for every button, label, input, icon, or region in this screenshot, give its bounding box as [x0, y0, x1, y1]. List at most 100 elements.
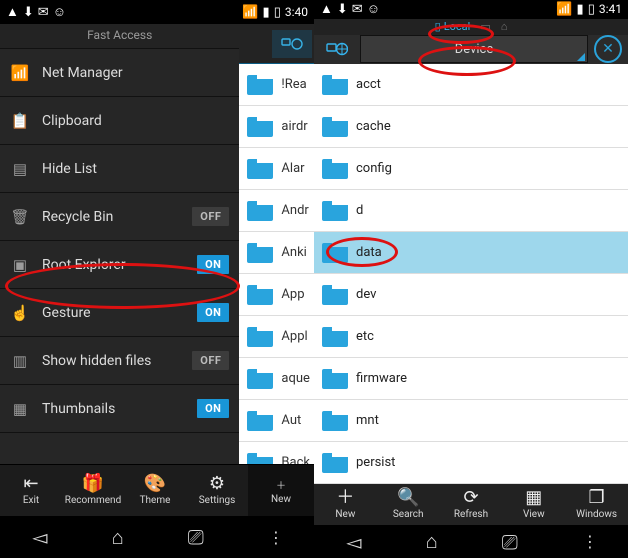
folder-row[interactable]: App [239, 274, 314, 316]
fa-item-hide-list[interactable]: ▤ Hide List [0, 145, 239, 193]
tab-sd[interactable]: ▭ [480, 20, 490, 33]
toggle-off[interactable]: OFF [192, 351, 229, 370]
dropdown-triangle-icon [577, 53, 585, 61]
exit-button[interactable]: ⇤Exit [0, 465, 62, 516]
close-button[interactable]: ✕ [594, 35, 622, 63]
plus-icon: ＋ [336, 489, 354, 507]
warning-icon: ▲ [320, 3, 333, 16]
folder-row-persist[interactable]: persist [314, 442, 628, 484]
folder-row[interactable]: Appl [239, 316, 314, 358]
fa-label: Root Explorer [42, 257, 185, 273]
fast-access-panel: Fast Access 📶 Net Manager 📋 Clipboard ▤ … [0, 24, 239, 464]
folder-icon [322, 453, 348, 473]
mail-icon: ✉ [38, 6, 49, 19]
windows-icon: ❐ [589, 489, 605, 507]
phone-icon: ▯ [435, 20, 441, 33]
folder-row[interactable]: Back [239, 442, 314, 464]
tab-device-icon[interactable] [272, 30, 312, 58]
fa-item-thumbnails[interactable]: ▦ Thumbnails ON [0, 385, 239, 433]
windows-button[interactable]: ❐Windows [565, 484, 628, 525]
signal-icon: ▮ [263, 6, 270, 19]
whatsapp-icon: ☺ [367, 3, 380, 16]
right-bottom-bar: ＋New 🔍Search ⟳Refresh ▦View ❐Windows [314, 484, 628, 525]
path-text: Device [455, 42, 494, 57]
menu-nav-icon[interactable]: ⋮ [268, 528, 282, 547]
fa-item-clipboard[interactable]: 📋 Clipboard [0, 97, 239, 145]
folder-row-etc[interactable]: etc [314, 316, 628, 358]
fast-access-list[interactable]: 📶 Net Manager 📋 Clipboard ▤ Hide List 🗑 … [0, 49, 239, 464]
folder-icon [247, 369, 273, 389]
plus-icon: ＋ [276, 477, 286, 492]
theme-icon: 🎨 [144, 475, 166, 493]
folder-list[interactable]: acct cache config d data dev etc firmwar… [314, 64, 628, 484]
fast-access-title: Fast Access [0, 24, 239, 49]
root-icon: ▣ [10, 255, 30, 275]
folder-row-data[interactable]: data [314, 232, 628, 274]
fa-item-root-explorer[interactable]: ▣ Root Explorer ON [0, 241, 239, 289]
folder-icon [247, 243, 273, 263]
folder-row-firmware[interactable]: firmware [314, 358, 628, 400]
folder-icon [247, 75, 273, 95]
folder-icon [322, 411, 348, 431]
home-nav-icon[interactable]: ⌂ [426, 529, 438, 554]
fa-item-show-hidden[interactable]: ▥ Show hidden files OFF [0, 337, 239, 385]
back-nav-icon[interactable]: ◅ [32, 525, 47, 549]
folder-icon [247, 159, 273, 179]
folder-row[interactable]: airdr [239, 106, 314, 148]
fa-item-recycle-bin[interactable]: 🗑 Recycle Bin OFF [0, 193, 239, 241]
status-right: 📶 ▮ ▯ 3:41 [556, 2, 622, 16]
folder-row[interactable]: !Rea [239, 64, 314, 106]
status-bar: ▲ ⬇ ✉ ☺ 📶 ▮ ▯ 3:40 [0, 0, 314, 24]
recommend-button[interactable]: 🎁Recommend [62, 465, 124, 516]
tab-label: Local [444, 20, 471, 33]
new-button[interactable]: ＋New [314, 484, 377, 525]
folder-icon [247, 201, 273, 221]
toggle-on[interactable]: ON [197, 255, 229, 274]
tab-home[interactable]: ⌂ [501, 20, 508, 33]
right-phone: ▲ ⬇ ✉ ☺ 📶 ▮ ▯ 3:41 ▯ Local ▭ ⌂ Device ✕ [314, 0, 628, 558]
left-body: Fast Access 📶 Net Manager 📋 Clipboard ▤ … [0, 24, 314, 464]
refresh-button[interactable]: ⟳Refresh [440, 484, 503, 525]
search-button[interactable]: 🔍Search [377, 484, 440, 525]
back-nav-icon[interactable]: ◅ [346, 530, 361, 554]
new-button[interactable]: ＋ New [248, 465, 314, 516]
settings-button[interactable]: ⚙Settings [186, 465, 248, 516]
folder-row-d[interactable]: d [314, 190, 628, 232]
strip-list[interactable]: !Rea airdr Alar Andr Anki App Appl aque … [239, 64, 314, 464]
tab-local[interactable]: ▯ Local [435, 20, 471, 33]
folder-row[interactable]: Alar [239, 148, 314, 190]
clock: 3:40 [285, 5, 308, 19]
path-dropdown[interactable]: Device [360, 35, 588, 63]
toggle-on[interactable]: ON [197, 399, 229, 418]
folder-icon [322, 243, 348, 263]
fa-item-net-manager[interactable]: 📶 Net Manager [0, 49, 239, 97]
home-nav-icon[interactable]: ⌂ [112, 525, 124, 550]
folder-row[interactable]: Anki [239, 232, 314, 274]
folder-row-acct[interactable]: acct [314, 64, 628, 106]
folder-row[interactable]: Aut [239, 400, 314, 442]
globe-button[interactable] [320, 35, 354, 63]
fa-item-gesture[interactable]: ☝ Gesture ON [0, 289, 239, 337]
theme-button[interactable]: 🎨Theme [124, 465, 186, 516]
menu-nav-icon[interactable]: ⋮ [582, 532, 596, 551]
folder-icon [322, 117, 348, 137]
download-icon: ⬇ [23, 6, 34, 19]
folder-row[interactable]: Andr [239, 190, 314, 232]
wifi-icon: 📶 [556, 3, 572, 16]
wifi-icon: 📶 [242, 6, 258, 19]
folder-row-mnt[interactable]: mnt [314, 400, 628, 442]
wifi-icon: 📶 [10, 63, 30, 83]
recents-nav-icon[interactable]: ⎚ [188, 525, 204, 549]
toggle-on[interactable]: ON [197, 303, 229, 322]
toggle-off[interactable]: OFF [192, 207, 229, 226]
recents-nav-icon[interactable]: ⎚ [502, 530, 518, 554]
folder-row-dev[interactable]: dev [314, 274, 628, 316]
view-button[interactable]: ▦View [502, 484, 565, 525]
thumbnails-icon: ▦ [10, 399, 30, 419]
folder-row-config[interactable]: config [314, 148, 628, 190]
trash-icon: 🗑 [10, 207, 30, 227]
gift-icon: 🎁 [82, 475, 104, 493]
fa-label: Net Manager [42, 65, 229, 81]
folder-row-cache[interactable]: cache [314, 106, 628, 148]
folder-row[interactable]: aque [239, 358, 314, 400]
